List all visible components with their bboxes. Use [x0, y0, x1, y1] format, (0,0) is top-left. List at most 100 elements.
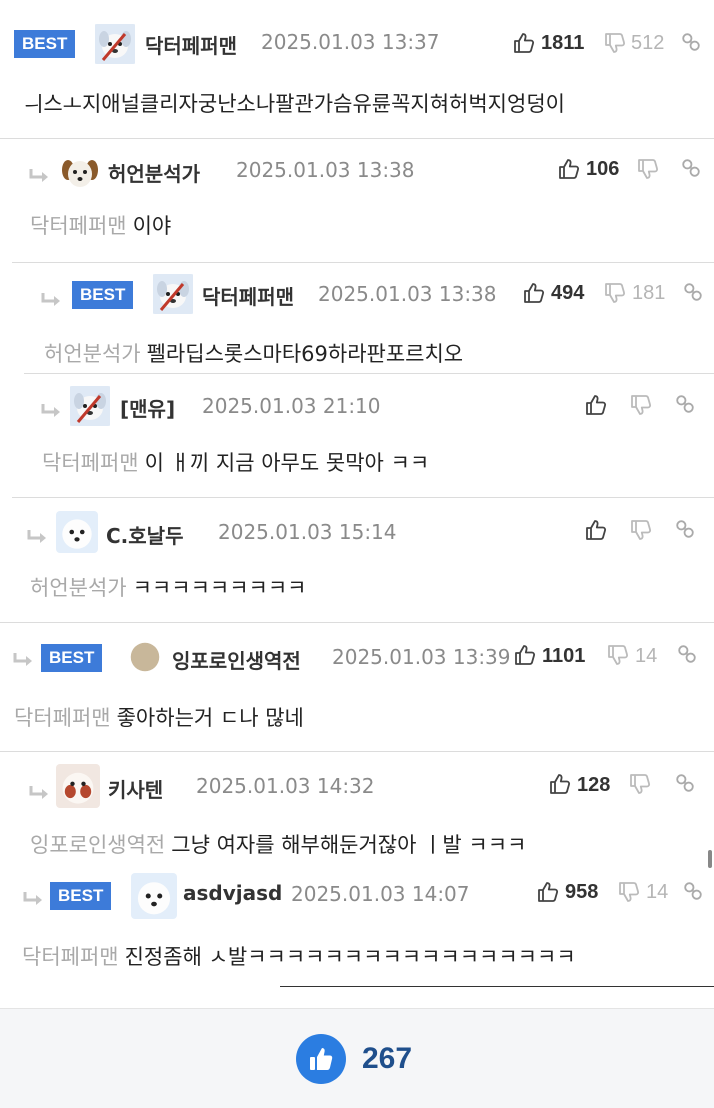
- comment-body: 이야: [132, 214, 172, 238]
- nickname[interactable]: 키사텐: [108, 774, 163, 803]
- comment-item: BEST 닥터페퍼맨 2025.01.03 13:37 1811 512 ㅢ스ㅗ…: [0, 0, 714, 138]
- thumbs-down-icon[interactable]: [636, 157, 660, 181]
- thumbs-up-icon[interactable]: [584, 393, 608, 417]
- mention: 닥터페퍼맨: [42, 451, 139, 475]
- comment-item: 허언분석가 2025.01.03 13:38 106 닥터페퍼맨 이야: [0, 138, 714, 262]
- nickname[interactable]: asdvjasd: [183, 881, 282, 905]
- comment-body: 그냥 여자를 해부해둔거잖아 ㅣ발 ㅋㅋㅋ: [171, 833, 527, 857]
- nickname[interactable]: 허언분석가: [108, 158, 200, 187]
- nickname[interactable]: 닥터페퍼맨: [145, 30, 237, 59]
- comment-date: 2025.01.03 21:10: [202, 394, 381, 418]
- best-badge: BEST: [14, 30, 76, 58]
- thumbs-up-icon[interactable]: [584, 518, 608, 542]
- thumbs-up-icon[interactable]: [513, 643, 537, 667]
- like-button[interactable]: [296, 1034, 346, 1084]
- comment-body: ㅢ스ㅗ지애널클리자궁난소나팔관가슴유륜꼭지혀허벅지엉덩이: [24, 92, 565, 116]
- best-badge: BEST: [41, 644, 103, 672]
- thumbs-down-icon[interactable]: [617, 880, 641, 904]
- avatar-icon[interactable]: [68, 386, 112, 426]
- reply-arrow-icon: [28, 168, 50, 184]
- comment-text: 허언분석가 펠라딥스롯스마타69하라판포르치오: [44, 338, 463, 368]
- link-icon[interactable]: [674, 772, 696, 794]
- avatar-icon[interactable]: [60, 152, 100, 192]
- scrollbar[interactable]: [708, 850, 712, 868]
- reply-arrow-icon: [40, 292, 62, 308]
- best-badge: BEST: [50, 882, 112, 910]
- reply-arrow-icon: [40, 403, 62, 419]
- mention: 잉포로인생역전: [30, 833, 166, 857]
- comment-date: 2025.01.03 14:07: [291, 882, 470, 906]
- upvote-count: 958: [565, 881, 599, 903]
- thumbs-up-icon[interactable]: [548, 772, 572, 796]
- mention: 허언분석가: [30, 576, 127, 600]
- comment-date: 2025.01.03 13:37: [261, 30, 440, 54]
- thumbs-down-icon[interactable]: [603, 31, 627, 55]
- thumbs-down-icon[interactable]: [628, 772, 652, 796]
- comment-item: C.호날두 2025.01.03 15:14 허언분석가 ㅋㅋㅋㅋㅋㅋㅋㅋㅋ: [0, 497, 714, 622]
- reply-arrow-icon: [12, 652, 34, 668]
- thumbs-down-icon[interactable]: [606, 643, 630, 667]
- thumbs-down-icon[interactable]: [629, 518, 653, 542]
- upvote-count: 106: [586, 158, 620, 180]
- comment-body: 진정좀해 ㅅ발ㅋㅋㅋㅋㅋㅋㅋㅋㅋㅋㅋㅋㅋㅋㅋㅋㅋ: [124, 945, 576, 969]
- comment-item: [맨유] 2025.01.03 21:10 닥터페퍼맨 이 ㅐ끼 지금 아무도 못…: [0, 373, 714, 497]
- like-bar: 267: [0, 1008, 714, 1108]
- avatar-icon[interactable]: [130, 642, 160, 672]
- link-icon[interactable]: [674, 518, 696, 540]
- thumbs-up-icon[interactable]: [557, 157, 581, 181]
- link-icon[interactable]: [682, 880, 704, 902]
- comment-item: BEST 닥터페퍼맨 2025.01.03 13:38 494 181 허언분석…: [0, 262, 714, 372]
- mention: 닥터페퍼맨: [14, 706, 111, 730]
- thumbs-up-icon: [310, 1048, 333, 1070]
- reply-arrow-icon: [22, 891, 44, 907]
- comment-date: 2025.01.03 14:32: [196, 774, 375, 798]
- downvote-count: 181: [632, 282, 666, 304]
- comment-text: 잉포로인생역전 그냥 여자를 해부해둔거잖아 ㅣ발 ㅋㅋㅋ: [30, 829, 526, 859]
- comment-date: 2025.01.03 13:39: [332, 645, 511, 669]
- thumbs-down-icon[interactable]: [629, 393, 653, 417]
- link-icon[interactable]: [674, 393, 696, 415]
- downvote-count: 512: [631, 32, 665, 54]
- upvote-count: 1811: [541, 32, 585, 54]
- reply-arrow-icon: [28, 785, 50, 801]
- nickname[interactable]: [맨유]: [120, 393, 175, 422]
- upvote-count: 494: [551, 282, 585, 304]
- comment-text: 닥터페퍼맨 진정좀해 ㅅ발ㅋㅋㅋㅋㅋㅋㅋㅋㅋㅋㅋㅋㅋㅋㅋㅋㅋ: [22, 941, 576, 971]
- comment-date: 2025.01.03 13:38: [236, 158, 415, 182]
- avatar-icon[interactable]: [56, 511, 98, 553]
- comment-text: 닥터페퍼맨 이 ㅐ끼 지금 아무도 못막아 ㅋㅋ: [42, 447, 429, 477]
- nickname[interactable]: 잉포로인생역전: [172, 645, 301, 674]
- avatar-icon[interactable]: [93, 24, 137, 64]
- comment-item: BEST 잉포로인생역전 2025.01.03 13:39 1101 14 닥터…: [0, 622, 714, 750]
- mention: 닥터페퍼맨: [22, 945, 119, 969]
- link-icon[interactable]: [676, 643, 698, 665]
- comment-body: 펠라딥스롯스마타69하라판포르치오: [146, 342, 464, 366]
- comment-body: 좋아하는거 ㄷ나 많네: [116, 706, 304, 730]
- avatar-icon[interactable]: [56, 764, 100, 808]
- comment-item: BEST asdvjasd 2025.01.03 14:07 958 14 닥터…: [0, 863, 714, 1003]
- like-count: 267: [362, 1042, 413, 1075]
- thumbs-up-icon[interactable]: [522, 281, 546, 305]
- comment-date: 2025.01.03 15:14: [218, 520, 397, 544]
- mention: 닥터페퍼맨: [30, 214, 127, 238]
- comment-text: 허언분석가 ㅋㅋㅋㅋㅋㅋㅋㅋㅋ: [30, 572, 307, 602]
- comment-date: 2025.01.03 13:38: [318, 282, 497, 306]
- link-icon[interactable]: [680, 157, 702, 179]
- upvote-count: 1101: [542, 645, 586, 667]
- link-icon[interactable]: [680, 31, 702, 53]
- comment-text: ㅢ스ㅗ지애널클리자궁난소나팔관가슴유륜꼭지혀허벅지엉덩이: [18, 88, 565, 118]
- thumbs-up-icon[interactable]: [512, 31, 536, 55]
- avatar-icon[interactable]: [151, 274, 195, 314]
- nickname[interactable]: C.호날두: [106, 520, 183, 549]
- comment-text: 닥터페퍼맨 이야: [30, 210, 171, 240]
- comment-item: 키사텐 2025.01.03 14:32 128 잉포로인생역전 그냥 여자를 해…: [0, 751, 714, 863]
- reply-arrow-icon: [26, 529, 48, 545]
- nickname[interactable]: 닥터페퍼맨: [202, 281, 294, 310]
- divider: [280, 986, 714, 987]
- thumbs-down-icon[interactable]: [603, 281, 627, 305]
- downvote-count: 14: [635, 645, 658, 667]
- avatar-icon[interactable]: [131, 873, 177, 919]
- comment-body: 이 ㅐ끼 지금 아무도 못막아 ㅋㅋ: [144, 451, 430, 475]
- thumbs-up-icon[interactable]: [536, 880, 560, 904]
- link-icon[interactable]: [682, 281, 704, 303]
